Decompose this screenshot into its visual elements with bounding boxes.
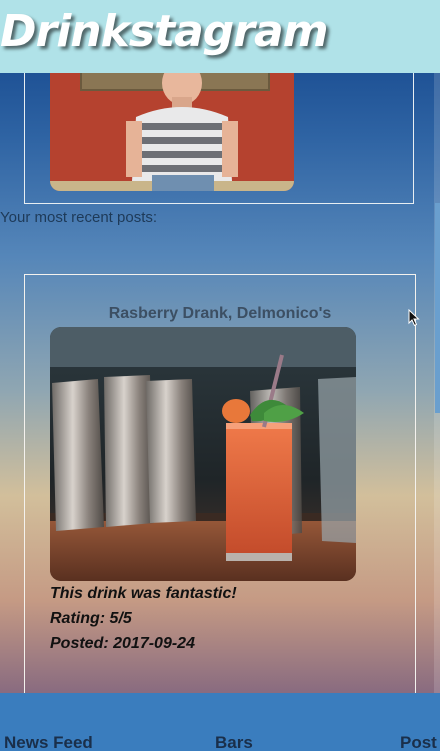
app-header: Drinkstagram bbox=[0, 0, 440, 73]
profile-photo-image bbox=[50, 57, 294, 191]
profile-photo[interactable] bbox=[50, 57, 294, 191]
post-date: Posted: 2017-09-24 bbox=[50, 635, 195, 652]
profile-card bbox=[24, 56, 414, 204]
post-photo[interactable] bbox=[50, 327, 356, 581]
scrollbar[interactable] bbox=[434, 73, 440, 693]
bottom-nav: News Feed Bars Post bbox=[0, 693, 440, 751]
scrollbar-thumb[interactable] bbox=[435, 203, 440, 413]
post-description: This drink was fantastic! bbox=[50, 585, 237, 602]
drink-photo-image bbox=[50, 327, 356, 581]
mouse-cursor-icon bbox=[408, 308, 420, 332]
app-title: Drinkstagram bbox=[0, 6, 329, 57]
post-title: Rasberry Drank, Delmonico's bbox=[108, 305, 332, 322]
nav-bars[interactable]: Bars bbox=[215, 733, 253, 751]
post-card[interactable]: Rasberry Drank, Delmonico's This drink w… bbox=[24, 274, 416, 714]
nav-post[interactable]: Post bbox=[400, 733, 437, 751]
nav-news-feed[interactable]: News Feed bbox=[4, 733, 93, 751]
post-rating: Rating: 5/5 bbox=[50, 610, 132, 627]
recent-posts-label: Your most recent posts: bbox=[0, 209, 158, 226]
